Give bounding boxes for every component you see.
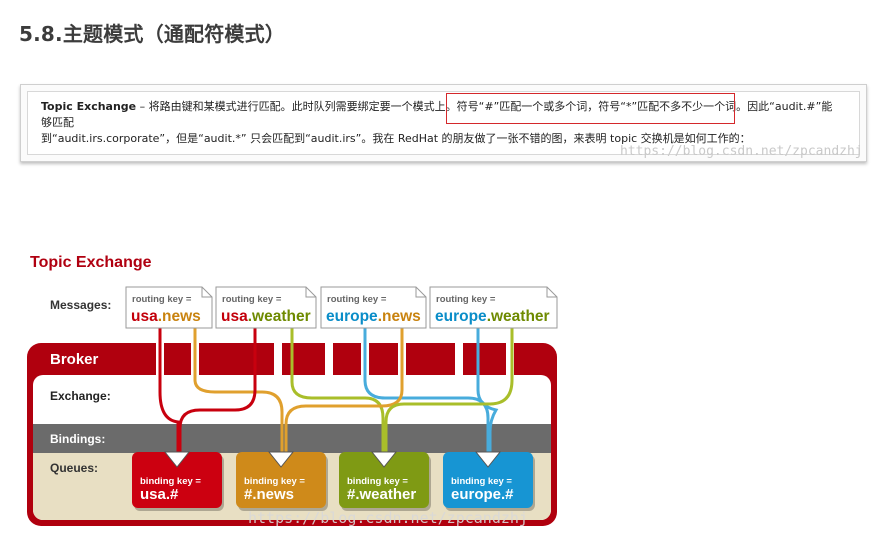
binding-key-value: europe.# (451, 486, 514, 503)
bindings-label: Bindings: (50, 432, 105, 446)
queue-box: binding key =usa.# (132, 451, 224, 511)
message-card: routing key = usa.news (125, 286, 213, 329)
routing-key-value: europe.weather (435, 308, 550, 325)
exchange-label: Exchange: (50, 389, 111, 403)
message-cards: routing key = usa.news routing key = usa.we… (125, 286, 558, 329)
routing-key-caption: routing key = (132, 294, 192, 305)
message-card: routing key = usa.weather (215, 286, 317, 329)
queue-box: binding key =#.news (236, 451, 328, 511)
routing-key-caption: routing key = (436, 294, 496, 305)
messages-label: Messages: (50, 298, 111, 312)
message-card: routing key = europe.weather (429, 286, 558, 329)
watermark-diagram: https://blog.csdn.net/zpcandzhj (248, 509, 528, 527)
diagram-title: Topic Exchange (30, 254, 152, 271)
queues-label: Queues: (50, 461, 98, 475)
queue-box: binding key =#.weather (339, 451, 431, 511)
binding-key-value: #.news (244, 486, 294, 503)
message-card: routing key = europe.news (320, 286, 427, 329)
routing-key-caption: routing key = (222, 294, 282, 305)
routing-key-value: usa.news (131, 308, 201, 325)
binding-key-value: #.weather (347, 486, 416, 503)
routing-key-caption: routing key = (327, 294, 387, 305)
topic-exchange-diagram: Topic Exchange Messages: Broker Exchange… (27, 254, 558, 527)
routing-key-value: usa.weather (221, 308, 311, 325)
bindings-band (33, 424, 551, 453)
binding-key-value: usa.# (140, 486, 179, 503)
queue-box: binding key =europe.# (443, 451, 535, 511)
broker-label: Broker (50, 351, 99, 368)
routing-key-value: europe.news (326, 308, 421, 325)
